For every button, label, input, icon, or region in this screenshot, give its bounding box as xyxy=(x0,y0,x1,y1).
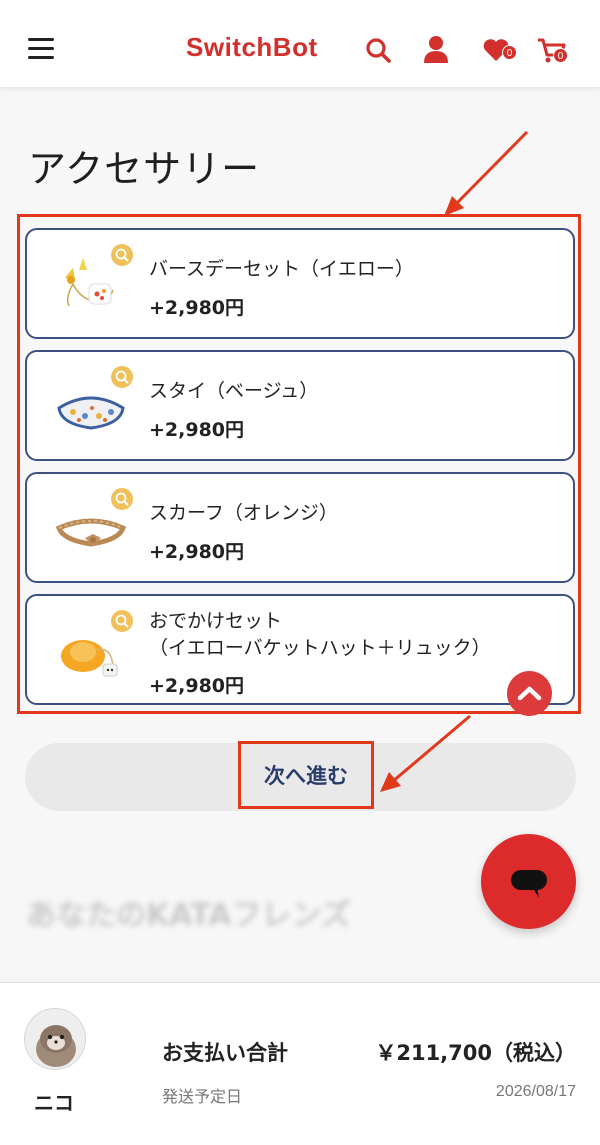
chevron-up-icon xyxy=(517,686,542,701)
accessory-option-birthday-set[interactable]: バースデーセット（イエロー） +2,980円 xyxy=(25,228,575,339)
zoom-icon[interactable] xyxy=(111,366,133,388)
accessory-name: おでかけセット （イエローバケットハット＋リュック） xyxy=(149,610,491,659)
accessory-price: +2,980円 xyxy=(149,297,245,319)
page-title: アクセサリー xyxy=(28,147,261,191)
search-icon[interactable] xyxy=(358,30,398,70)
heart-icon[interactable]: 0 xyxy=(478,30,518,70)
accessory-option-scarf[interactable]: スカーフ（オレンジ） +2,980円 xyxy=(25,472,575,583)
site-header: SwitchBot 0 0 xyxy=(0,0,600,88)
accessory-price: +2,980円 xyxy=(149,419,245,441)
chat-button[interactable] xyxy=(481,834,576,929)
accessory-name: バースデーセット（イエロー） xyxy=(149,258,414,280)
accessory-price: +2,980円 xyxy=(149,541,245,563)
ship-date-value: 2026/08/17 xyxy=(495,1083,576,1100)
total-label: お支払い合計 xyxy=(162,1041,288,1065)
kata-friends-heading: あなたのKATAフレンズ xyxy=(26,898,351,933)
accessory-name: スタイ（ベージュ） xyxy=(149,380,319,402)
favorites-count-badge: 0 xyxy=(502,45,517,60)
chat-icon xyxy=(511,870,547,898)
next-step-label[interactable]: 次へ進む xyxy=(238,741,374,809)
scroll-to-top-button[interactable] xyxy=(507,671,552,716)
avatar xyxy=(24,1008,86,1070)
cart-count-badge: 0 xyxy=(553,48,568,63)
ship-date-label: 発送予定日 xyxy=(162,1087,243,1106)
switchbot-logo[interactable]: SwitchBot xyxy=(186,32,318,63)
accessory-price: +2,980円 xyxy=(149,675,245,697)
accessory-option-bib[interactable]: スタイ（ベージュ） +2,980円 xyxy=(25,350,575,461)
user-icon[interactable] xyxy=(416,30,456,70)
cart-icon[interactable]: 0 xyxy=(533,30,573,70)
total-value: ￥211,700（税込） xyxy=(375,1041,576,1065)
accessory-name: スカーフ（オレンジ） xyxy=(149,502,338,524)
checkout-footer: ニコ お支払い合計 ￥211,700（税込） 発送予定日 2026/08/17 xyxy=(0,982,600,1145)
zoom-icon[interactable] xyxy=(111,244,133,266)
accessory-option-outing-set[interactable]: おでかけセット （イエローバケットハット＋リュック） +2,980円 xyxy=(25,594,575,705)
avatar-name: ニコ xyxy=(34,1091,74,1115)
zoom-icon[interactable] xyxy=(111,610,133,632)
zoom-icon[interactable] xyxy=(111,488,133,510)
hamburger-menu-icon[interactable] xyxy=(28,38,54,60)
